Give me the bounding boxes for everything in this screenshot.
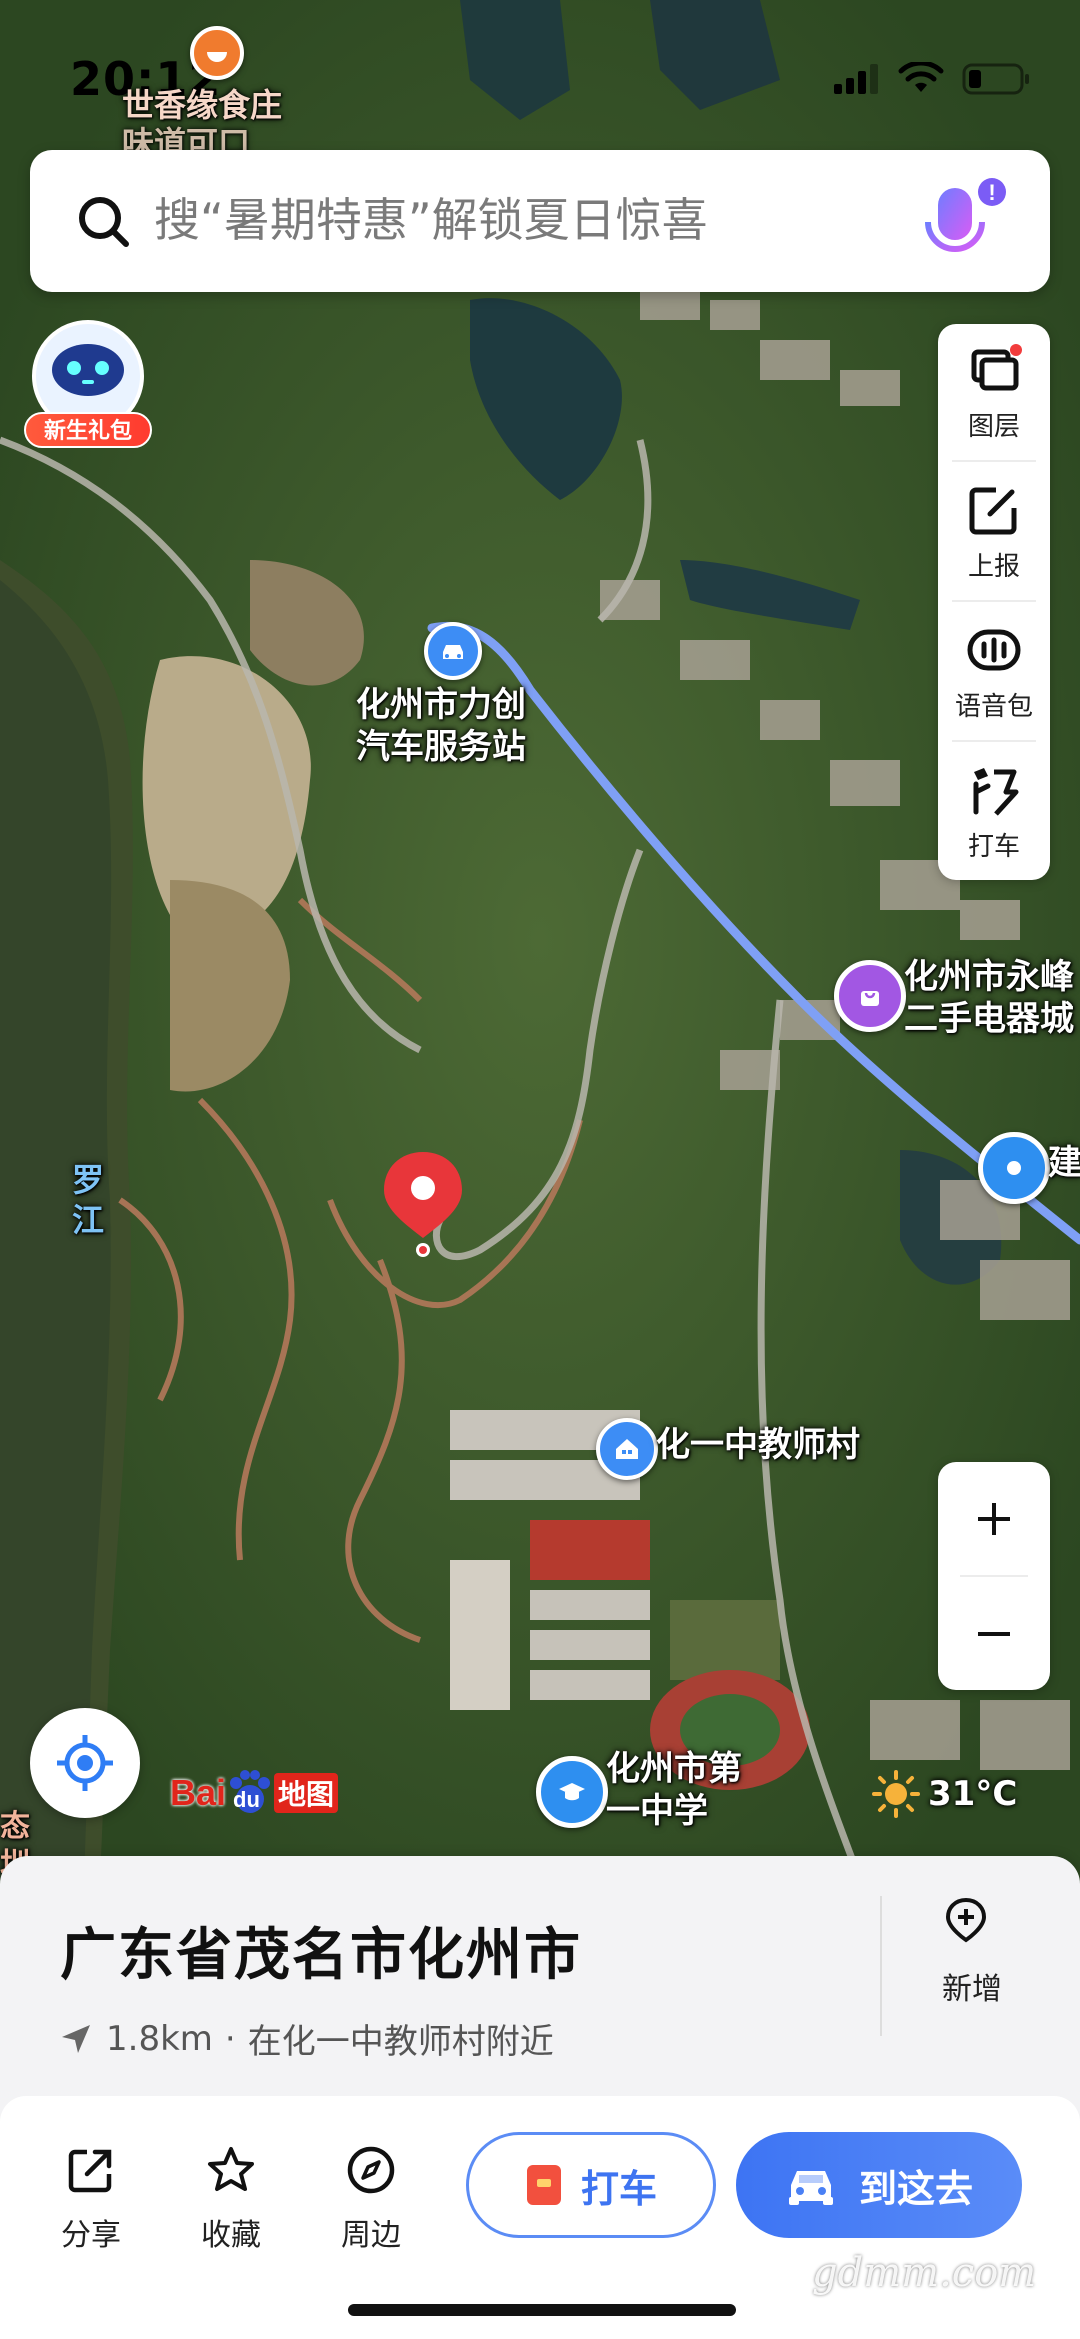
place-meta: 1.8km · 在化一中教师村附近 bbox=[58, 2014, 554, 2063]
status-icons bbox=[834, 62, 1032, 96]
compass-icon bbox=[347, 2146, 395, 2194]
school-poi-icon[interactable] bbox=[536, 1756, 608, 1828]
route-endpoint-marker[interactable] bbox=[978, 1132, 1050, 1204]
bowl-icon bbox=[207, 52, 227, 62]
tool-divider bbox=[952, 600, 1036, 602]
navigate-here-button[interactable]: 到这去 bbox=[736, 2132, 1022, 2238]
left-edge-text-1: 态 bbox=[0, 1809, 30, 1844]
layers-label: 图层 bbox=[967, 412, 1020, 442]
car-icon bbox=[788, 2171, 833, 2205]
plus-icon bbox=[978, 1502, 1010, 1535]
home-indicator[interactable] bbox=[348, 2304, 736, 2316]
car-icon bbox=[443, 645, 463, 659]
share-label: 分享 bbox=[61, 2218, 121, 2253]
selected-location-pin-icon[interactable] bbox=[378, 1148, 468, 1260]
weather-indicator[interactable]: 31°C bbox=[872, 1770, 1017, 1818]
satellite-map[interactable]: 20:12 世香缘食庄 味道可口 搜“暑期特惠”解锁夏日惊喜 ! 新生礼包 图层… bbox=[0, 0, 1080, 1880]
favorite-button[interactable]: 收藏 bbox=[176, 2144, 286, 2254]
residential-poi-icon[interactable] bbox=[596, 1418, 658, 1480]
voice-pack-button[interactable]: 语音包 bbox=[938, 604, 1050, 734]
river-label: 罗 江 bbox=[72, 1160, 104, 1240]
edit-report-icon bbox=[969, 487, 1017, 535]
temperature: 31°C bbox=[928, 1774, 1018, 1814]
car-service-name-1: 化州市力创 bbox=[356, 685, 526, 725]
meta-separator: · bbox=[224, 2018, 236, 2059]
taxi-tool-button[interactable]: 打车 bbox=[938, 744, 1050, 874]
watermark: gdmm.com bbox=[812, 2250, 1037, 2296]
river-name-2: 江 bbox=[72, 1201, 105, 1239]
zoom-in-button[interactable] bbox=[938, 1462, 1050, 1575]
car-service-name-2: 汽车服务站 bbox=[356, 727, 526, 767]
add-place-button[interactable]: 新增 bbox=[880, 1896, 1080, 2036]
appliance-store-label[interactable]: 化州市永峰 二手电器城 bbox=[904, 956, 1074, 1040]
search-bar[interactable]: 搜“暑期特惠”解锁夏日惊喜 ! bbox=[30, 150, 1050, 292]
logo-text-du: du bbox=[233, 1787, 260, 1812]
cellular-signal-icon bbox=[834, 64, 878, 94]
zoom-controls bbox=[938, 1462, 1050, 1690]
place-distance: 1.8km bbox=[106, 2018, 213, 2059]
taxi-button[interactable]: 打车 bbox=[466, 2132, 716, 2238]
star-icon bbox=[208, 2147, 254, 2191]
gift-label: 新生礼包 bbox=[24, 412, 152, 448]
add-location-icon bbox=[945, 1897, 987, 1943]
wifi-icon bbox=[898, 62, 944, 92]
taxi-tool-label: 打车 bbox=[967, 832, 1020, 862]
restaurant-poi-icon[interactable] bbox=[190, 26, 244, 80]
appliance-name-2: 二手电器城 bbox=[904, 999, 1074, 1039]
report-label: 上报 bbox=[967, 552, 1020, 582]
graduation-cap-icon bbox=[559, 1783, 585, 1801]
house-icon bbox=[616, 1439, 638, 1459]
nearby-button[interactable]: 周边 bbox=[316, 2144, 426, 2254]
action-bar: 分享 收藏 周边 打车 到这去 gdmm.com bbox=[0, 2096, 1080, 2339]
voice-search-mic-icon[interactable]: ! bbox=[908, 174, 1012, 278]
restaurant-name: 世香缘食庄 bbox=[122, 86, 283, 124]
car-service-poi-icon[interactable] bbox=[424, 622, 482, 680]
car-service-label[interactable]: 化州市力创 汽车服务站 bbox=[356, 684, 526, 768]
nearby-label: 周边 bbox=[341, 2218, 401, 2253]
school-name-1: 化州市第 bbox=[606, 1749, 742, 1789]
share-button[interactable]: 分享 bbox=[36, 2144, 146, 2254]
share-icon bbox=[68, 2149, 112, 2193]
tool-divider bbox=[952, 460, 1036, 462]
taxi-icon bbox=[973, 768, 1019, 816]
battery-icon bbox=[962, 63, 1029, 95]
place-title: 广东省茂名市化州市 bbox=[60, 1923, 582, 1988]
appliance-name-1: 化州市永峰 bbox=[904, 957, 1074, 997]
layers-button[interactable]: 图层 bbox=[938, 324, 1050, 454]
locate-me-button[interactable] bbox=[30, 1708, 140, 1818]
report-button[interactable]: 上报 bbox=[938, 464, 1050, 594]
shopping-bag-icon bbox=[861, 991, 879, 1006]
place-nearby: 在化一中教师村附近 bbox=[247, 2022, 554, 2062]
navigate-here-label: 到这去 bbox=[858, 2166, 973, 2211]
map-tools-panel: 图层 上报 语音包 打车 bbox=[938, 324, 1050, 880]
new-user-gift-button[interactable]: 新生礼包 bbox=[22, 318, 154, 448]
school-label[interactable]: 化州市第 一中学 bbox=[606, 1748, 742, 1832]
baidu-maps-logo: Bai du 地图 bbox=[170, 1768, 339, 1818]
voice-pack-icon bbox=[967, 629, 1021, 671]
zoom-out-button[interactable] bbox=[938, 1577, 1050, 1690]
taxi-ticket-icon bbox=[526, 2165, 561, 2205]
navigation-arrow-icon bbox=[62, 2024, 90, 2053]
paw-logo-icon: du bbox=[226, 1769, 274, 1817]
search-icon bbox=[79, 197, 129, 247]
minus-icon bbox=[978, 1631, 1010, 1636]
favorite-label: 收藏 bbox=[201, 2218, 261, 2253]
voice-pack-label: 语音包 bbox=[954, 692, 1033, 722]
school-name-2: 一中学 bbox=[606, 1791, 708, 1831]
crosshair-locate-icon bbox=[57, 1735, 113, 1791]
add-place-label: 新增 bbox=[942, 1972, 1002, 2007]
sun-icon bbox=[872, 1770, 920, 1818]
tool-divider bbox=[952, 740, 1036, 742]
taxi-label: 打车 bbox=[580, 2166, 657, 2211]
partial-poi-label[interactable]: 建 bbox=[1048, 1142, 1080, 1184]
dot-icon bbox=[1007, 1161, 1021, 1175]
logo-text-map: 地图 bbox=[274, 1773, 339, 1813]
logo-text-bai: Bai bbox=[170, 1772, 227, 1813]
shopping-poi-icon[interactable] bbox=[834, 960, 906, 1032]
river-name-1: 罗 bbox=[72, 1161, 105, 1199]
search-placeholder: 搜“暑期特惠”解锁夏日惊喜 bbox=[154, 193, 708, 247]
mic-badge: ! bbox=[988, 180, 995, 205]
teacher-village-label[interactable]: 化一中教师村 bbox=[656, 1424, 860, 1466]
layers-icon bbox=[971, 344, 1022, 391]
